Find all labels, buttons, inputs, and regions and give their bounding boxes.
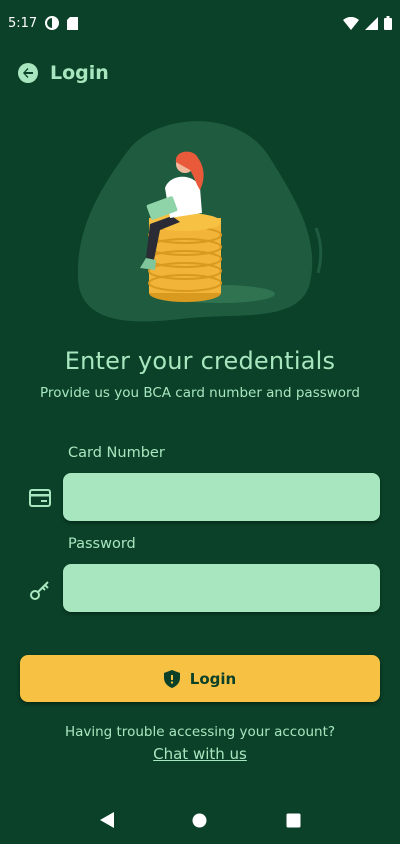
subheadline: Provide us you BCA card number and passw…	[40, 385, 360, 401]
login-button-label: Login	[189, 669, 237, 688]
status-bar: 5:17	[0, 0, 400, 46]
trouble-text: Having trouble accessing your account?	[64, 724, 336, 740]
square-recents-icon	[286, 813, 301, 828]
nav-home-button[interactable]	[185, 805, 215, 835]
nav-back-button[interactable]	[92, 805, 122, 835]
triangle-back-icon	[99, 812, 114, 828]
wifi-icon	[343, 16, 359, 30]
signal-icon	[365, 16, 378, 30]
status-time: 5:17	[8, 15, 38, 31]
password-label: Password	[68, 536, 136, 552]
back-button[interactable]	[18, 63, 38, 83]
credit-card-icon	[28, 486, 52, 510]
shield-icon	[163, 669, 180, 688]
app-bar: Login	[18, 60, 109, 86]
page-title: Login	[50, 62, 109, 84]
password-input[interactable]	[63, 564, 380, 612]
status-left: 5:17	[8, 15, 79, 31]
headline: Enter your credentials	[64, 347, 336, 375]
key-icon	[28, 578, 52, 602]
system-nav-bar	[0, 796, 400, 844]
chat-with-us-link[interactable]: Chat with us	[0, 745, 400, 763]
battery-icon	[384, 16, 392, 30]
circle-home-icon	[192, 813, 207, 828]
nav-recents-button[interactable]	[278, 805, 308, 835]
data-saver-icon	[45, 16, 60, 30]
status-right	[343, 16, 392, 30]
arrow-back-icon	[22, 67, 34, 79]
person-on-coins-illustration	[70, 118, 330, 333]
card-number-input[interactable]	[63, 473, 380, 521]
sim-card-icon	[67, 16, 79, 30]
login-button[interactable]: Login	[20, 655, 380, 702]
card-number-label: Card Number	[68, 445, 165, 461]
